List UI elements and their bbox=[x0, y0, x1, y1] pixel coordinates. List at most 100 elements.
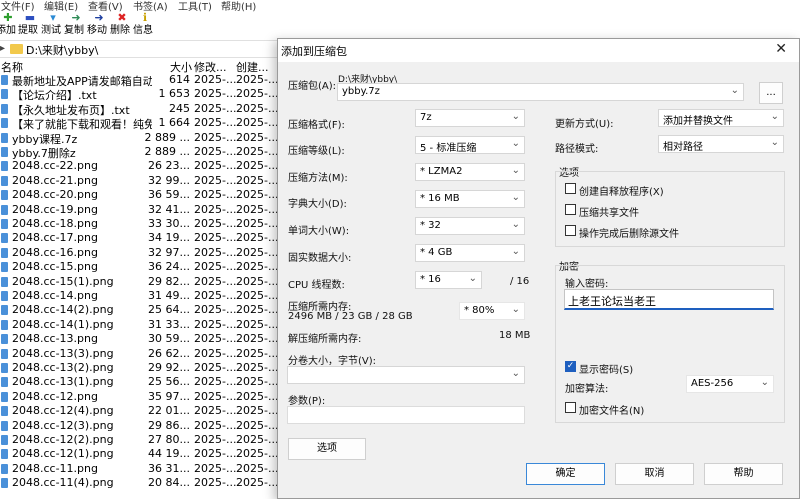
plus-icon: ✚ bbox=[3, 11, 13, 24]
file-row[interactable]: 2048.cc-13(2).png 29 92... 2025-... 2025-..… bbox=[0, 361, 290, 375]
cancel-button[interactable]: 取消 bbox=[615, 463, 694, 485]
file-row[interactable]: 2048.cc-20.png 36 59... 2025-... 2025-... bbox=[0, 188, 290, 202]
file-row[interactable]: 【来了就能下载和观看！纯免... 1 664 2025-... 2025-... bbox=[0, 116, 290, 131]
file-created: 2025-... bbox=[236, 188, 279, 202]
file-name: 2048.cc-13(1).png bbox=[12, 375, 114, 389]
file-modified: 2025-... bbox=[194, 202, 237, 216]
file-modified: 2025-... bbox=[194, 461, 237, 475]
format-select[interactable]: 7z ⌄ bbox=[415, 109, 525, 127]
file-icon bbox=[1, 377, 8, 388]
file-icon bbox=[1, 75, 8, 85]
path-mode-label: 路径模式: bbox=[555, 144, 599, 155]
file-icon bbox=[1, 420, 8, 431]
options-button[interactable]: 选项 bbox=[288, 438, 366, 460]
show-password-label: 显示密码(S) bbox=[579, 365, 634, 376]
cpu-threads-total: / 16 bbox=[510, 276, 530, 287]
file-created: 2025-... bbox=[236, 404, 279, 418]
dictionary-select[interactable]: * 16 MB ⌄ bbox=[415, 190, 525, 208]
memory-percent-select[interactable]: * 80% ⌄ bbox=[459, 302, 525, 320]
file-modified: 2025-... bbox=[194, 303, 237, 317]
file-icon bbox=[1, 147, 8, 157]
file-row[interactable]: ybby.7删除z 2 889 ... 2025-... 2025-... bbox=[0, 145, 290, 160]
file-row[interactable]: 2048.cc-12(2).png 27 80... 2025-... 2025-..… bbox=[0, 433, 290, 447]
file-row[interactable]: 2048.cc-11.png 36 31... 2025-... 2025-... bbox=[0, 462, 290, 476]
file-row[interactable]: 2048.cc-17.png 34 19... 2025-... 2025-... bbox=[0, 231, 290, 245]
file-row[interactable]: 2048.cc-13.png 30 59... 2025-... 2025-... bbox=[0, 332, 290, 346]
close-icon[interactable]: ✕ bbox=[775, 41, 787, 57]
file-modified: 2025-... bbox=[194, 433, 237, 446]
file-row[interactable]: 2048.cc-16.png 32 97... 2025-... 2025-... bbox=[0, 246, 290, 260]
file-row[interactable]: 2048.cc-14(2).png 25 64... 2025-... 2025-..… bbox=[0, 303, 290, 317]
cpu-threads-select[interactable]: * 16 ⌄ bbox=[415, 271, 482, 289]
file-created: 2025-... bbox=[236, 447, 279, 461]
file-row[interactable]: 2048.cc-13(1).png 25 56... 2025-... 2025-..… bbox=[0, 375, 290, 389]
help-button[interactable]: 帮助 bbox=[704, 463, 783, 485]
file-created: 2025-... bbox=[236, 231, 279, 245]
file-created: 2025-... bbox=[236, 375, 279, 389]
file-row[interactable]: 2048.cc-12.png 35 97... 2025-... 2025-... bbox=[0, 390, 290, 404]
file-modified: 2025-... bbox=[194, 130, 237, 144]
file-row[interactable]: 2048.cc-14.png 31 49... 2025-... 2025-... bbox=[0, 289, 290, 303]
file-size: 25 56... bbox=[148, 375, 190, 389]
word-size-select[interactable]: * 32 ⌄ bbox=[415, 217, 525, 235]
split-size-label: 分卷大小，字节(V): bbox=[288, 356, 377, 367]
browse-button[interactable]: ... bbox=[759, 82, 783, 104]
password-input[interactable]: 上老王论坛当老王 bbox=[564, 289, 774, 310]
parameters-input[interactable] bbox=[287, 406, 525, 424]
folder-icon bbox=[10, 44, 23, 54]
file-size: 27 80... bbox=[148, 433, 190, 446]
file-row[interactable]: 【论坛介绍】.txt 1 653 2025-... 2025-... bbox=[0, 87, 290, 102]
file-name: 2048.cc-17.png bbox=[12, 231, 98, 245]
split-size-input[interactable]: ⌄ bbox=[287, 366, 525, 384]
file-created: 2025-... bbox=[236, 289, 279, 302]
toolbar: ✚ 添加 ▬ 提取 ▾ 测试 ➜ 复制 ➜ 移动 ✖ 删除 ℹ 信息 bbox=[0, 11, 290, 39]
file-size: 33 30... bbox=[148, 217, 190, 230]
file-modified: 2025-... bbox=[194, 375, 237, 389]
delete-after-checkbox[interactable] bbox=[565, 225, 576, 236]
encrypt-names-checkbox[interactable] bbox=[565, 402, 576, 413]
minus-icon: ▬ bbox=[24, 11, 36, 24]
path-mode-select[interactable]: 相对路径 ⌄ bbox=[658, 135, 784, 153]
method-select[interactable]: * LZMA2 ⌄ bbox=[415, 163, 525, 181]
delete-after-label: 操作完成后删除源文件 bbox=[579, 229, 679, 240]
file-row[interactable]: 2048.cc-14(1).png 31 33... 2025-... 2025-..… bbox=[0, 318, 290, 332]
show-password-checkbox[interactable]: ✓ bbox=[565, 361, 576, 372]
file-row[interactable]: 最新地址及APP请发邮箱自动... 614 2025-... 2025-... bbox=[0, 73, 290, 88]
level-select[interactable]: 5 - 标准压缩 ⌄ bbox=[415, 136, 525, 154]
file-row[interactable]: 2048.cc-11(4).png 20 84... 2025-... 2025-..… bbox=[0, 476, 290, 490]
method-label: 压缩方法(M): bbox=[288, 173, 348, 184]
sfx-label: 创建自释放程序(X) bbox=[579, 187, 664, 198]
file-row[interactable]: ybby课程.7z 2 889 ... 2025-... 2025-... bbox=[0, 130, 290, 146]
update-mode-select[interactable]: 添加并替换文件 ⌄ bbox=[658, 109, 784, 127]
sfx-checkbox[interactable] bbox=[565, 183, 576, 194]
solid-size-select[interactable]: * 4 GB ⌄ bbox=[415, 244, 525, 262]
decompress-memory-label: 解压缩所需内存: bbox=[288, 334, 362, 345]
file-row[interactable]: 2048.cc-21.png 32 99... 2025-... 2025-... bbox=[0, 174, 290, 188]
chevron-down-icon: ⌄ bbox=[511, 219, 520, 230]
encryption-method-label: 加密算法: bbox=[565, 384, 609, 395]
archive-name-input[interactable]: ybby.7z ⌄ bbox=[337, 83, 744, 101]
file-modified: 2025-... bbox=[194, 101, 237, 115]
file-row[interactable]: 2048.cc-13(3).png 26 62... 2025-... 2025-..… bbox=[0, 347, 290, 361]
file-modified: 2025-... bbox=[194, 447, 237, 461]
file-size: 22 01... bbox=[148, 404, 190, 418]
up-folder-icon[interactable]: ▸ bbox=[0, 43, 5, 54]
info-button[interactable]: ℹ 信息 bbox=[133, 11, 157, 37]
address-bar[interactable]: ▸ D:\来财\ybby\ bbox=[0, 40, 290, 58]
encryption-method-select[interactable]: AES-256 ⌄ bbox=[686, 375, 774, 393]
file-row[interactable]: 【永久地址发布页】.txt 245 2025-... 2025-... bbox=[0, 101, 290, 117]
shared-files-checkbox[interactable] bbox=[565, 204, 576, 215]
ok-button[interactable]: 确定 bbox=[526, 463, 605, 485]
file-size: 245 bbox=[169, 101, 190, 115]
file-row[interactable]: 2048.cc-22.png 26 23... 2025-... 2025-... bbox=[0, 159, 290, 173]
file-row[interactable]: 2048.cc-12(3).png 29 86... 2025-... 2025-..… bbox=[0, 419, 290, 433]
file-row[interactable]: 2048.cc-18.png 33 30... 2025-... 2025-... bbox=[0, 217, 290, 231]
file-row[interactable]: 2048.cc-15.png 36 24... 2025-... 2025-... bbox=[0, 260, 290, 274]
file-size: 1 664 bbox=[158, 116, 191, 130]
file-row[interactable]: 2048.cc-15(1).png 29 82... 2025-... 2025-..… bbox=[0, 275, 290, 289]
file-row[interactable]: 2048.cc-19.png 32 41... 2025-... 2025-... bbox=[0, 203, 290, 217]
dialog-titlebar: 添加到压缩包 ✕ bbox=[278, 39, 799, 62]
file-row[interactable]: 2048.cc-12(4).png 22 01... 2025-... 2025-..… bbox=[0, 404, 290, 418]
file-icon bbox=[1, 161, 8, 172]
file-row[interactable]: 2048.cc-12(1).png 44 19... 2025-... 2025-..… bbox=[0, 447, 290, 461]
